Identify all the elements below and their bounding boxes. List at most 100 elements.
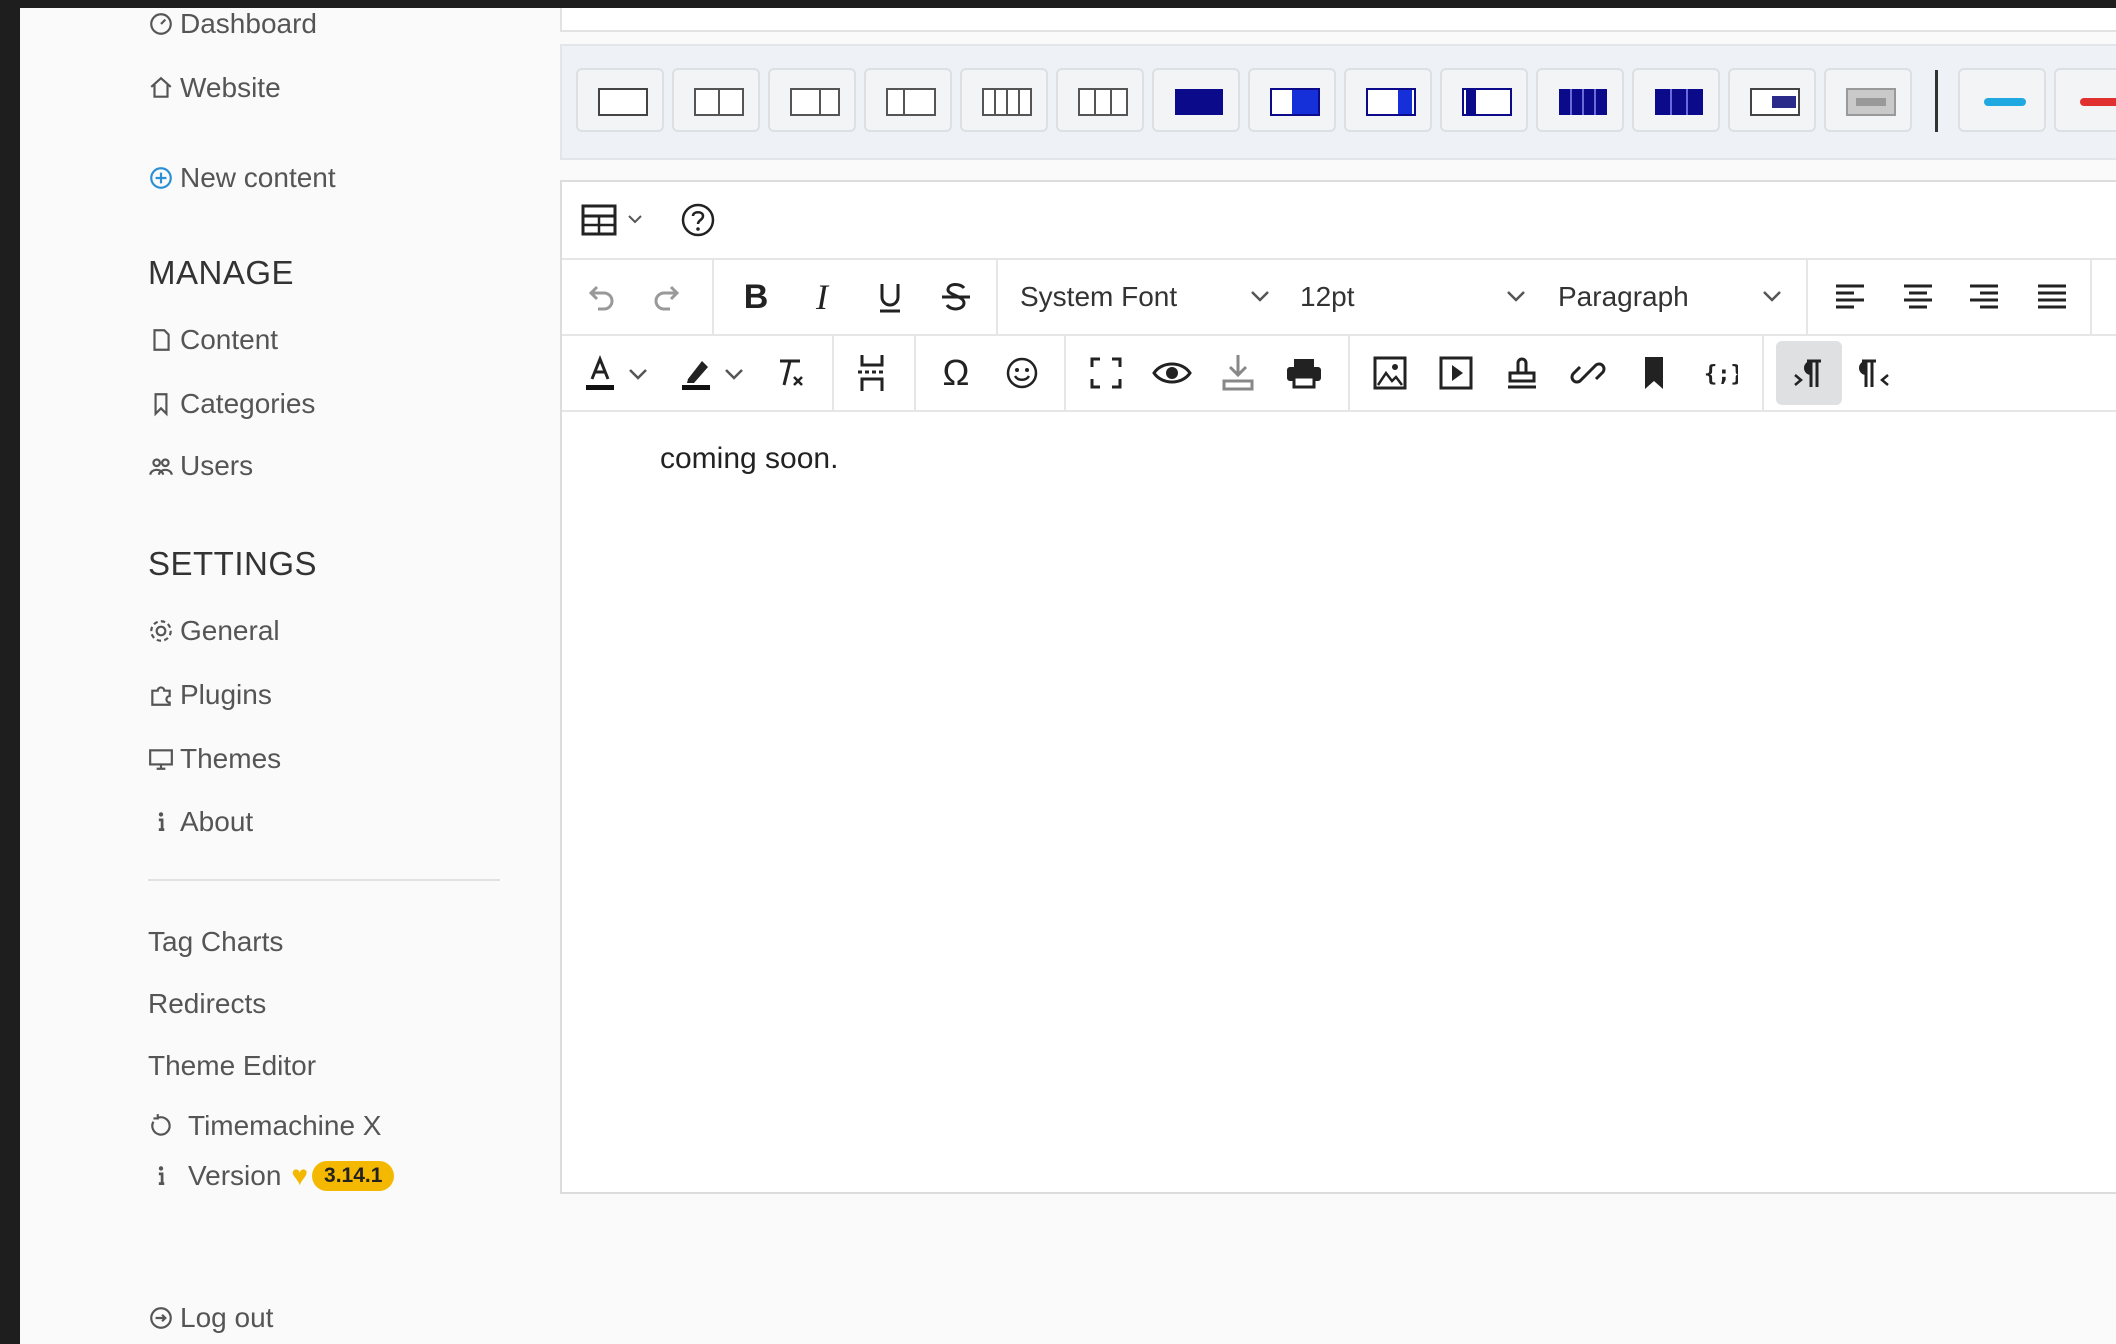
line-blue-button[interactable] (1958, 68, 2046, 132)
font-size-value: 12pt (1300, 281, 1355, 312)
font-size-select[interactable]: 12pt (1300, 260, 1520, 334)
page-break-button[interactable] (850, 351, 894, 395)
sidebar-item-about[interactable]: About (148, 806, 253, 838)
sidebar-item-timemachine[interactable]: Timemachine X (148, 1110, 381, 1142)
save-button[interactable] (1216, 351, 1260, 395)
rtl-button[interactable] (1852, 351, 1896, 395)
chevron-down-icon[interactable] (722, 364, 746, 384)
bold-button[interactable]: B (734, 275, 778, 319)
strikethrough-button[interactable] (934, 275, 978, 319)
editor-content[interactable]: coming soon. (660, 442, 838, 476)
sidebar-item-label: Redirects (148, 988, 267, 1019)
sidebar-item-label: Categories (180, 388, 316, 419)
code-sample-button[interactable]: {;} (1698, 351, 1742, 395)
printer-icon (1287, 359, 1321, 389)
toolbar-separator (2090, 260, 2092, 334)
sidebar-item-themes[interactable]: Themes (148, 743, 281, 775)
italic-button[interactable]: I (800, 275, 844, 319)
clear-formatting-icon (780, 359, 803, 386)
sidebar-item-users[interactable]: Users (148, 450, 253, 482)
layout-2-col-button[interactable] (672, 68, 760, 132)
chevron-down-icon[interactable] (626, 364, 650, 384)
chevron-down-icon (1251, 291, 1269, 302)
sidebar-item-theme-editor[interactable]: Theme Editor (148, 1050, 316, 1082)
monitor-icon (148, 746, 174, 772)
fullscreen-button[interactable] (1084, 351, 1128, 395)
block-right-narrow-button[interactable] (1344, 68, 1432, 132)
sidebar-item-label: Themes (180, 743, 282, 774)
insert-media-button[interactable] (1434, 351, 1478, 395)
toolbar-separator (1348, 336, 1350, 410)
sidebar-item-label: Log out (180, 1302, 274, 1333)
align-justify-button[interactable] (2030, 275, 2074, 319)
anchor-button[interactable] (1632, 351, 1676, 395)
sidebar-item-logout[interactable]: Log out (148, 1302, 273, 1334)
sidebar-item-dashboard[interactable]: Dashboard (148, 8, 317, 40)
align-right-button[interactable] (1962, 275, 2006, 319)
sidebar-item-version[interactable]: Version ♥ 3.14.1 (148, 1160, 395, 1192)
insert-link-button[interactable] (1566, 351, 1610, 395)
block-3-dark-button[interactable] (1632, 68, 1720, 132)
font-family-select[interactable]: System Font (1020, 260, 1260, 334)
layout-1-col-button[interactable] (576, 68, 664, 132)
layout-4-col-button[interactable] (960, 68, 1048, 132)
sidebar-item-label: Website (180, 72, 281, 103)
sidebar-item-new-content[interactable]: New content (148, 162, 336, 194)
block-center-button[interactable] (1728, 68, 1816, 132)
sidebar-item-content[interactable]: Content (148, 324, 278, 356)
line-red-button[interactable] (2054, 68, 2116, 132)
editor-toolbar-row-2: Ω {;} (562, 336, 2116, 412)
fullscreen-icon (1090, 357, 1122, 389)
insert-image-button[interactable] (1368, 351, 1412, 395)
block-grey-button[interactable] (1824, 68, 1912, 132)
block-dark-button[interactable] (1152, 68, 1240, 132)
table-menu-button[interactable] (578, 198, 650, 242)
help-button[interactable] (676, 198, 720, 242)
ltr-button[interactable] (1776, 341, 1842, 405)
sidebar-item-label: Version (188, 1160, 282, 1191)
layout-2-col-left-button[interactable] (864, 68, 952, 132)
sidebar-item-website[interactable]: Website (148, 72, 281, 104)
block-format-select[interactable]: Paragraph (1558, 260, 1778, 334)
print-button[interactable] (1282, 351, 1326, 395)
sidebar-item-categories[interactable]: Categories (148, 388, 315, 420)
bookmark-icon (148, 391, 174, 417)
insert-template-button[interactable] (1500, 351, 1544, 395)
undo-button[interactable] (578, 275, 622, 319)
clear-formatting-button[interactable] (768, 351, 812, 395)
text-color-button[interactable] (578, 351, 622, 395)
sidebar-item-label: About (180, 806, 254, 837)
info-icon (148, 809, 174, 835)
eye-icon (1152, 362, 1192, 384)
highlight-color-button[interactable] (674, 351, 718, 395)
sidebar-item-plugins[interactable]: Plugins (148, 679, 272, 711)
underline-button[interactable] (868, 275, 912, 319)
align-left-icon (1836, 284, 1864, 309)
preview-button[interactable] (1150, 351, 1194, 395)
sidebar-item-redirects[interactable]: Redirects (148, 988, 266, 1020)
emoji-button[interactable] (1000, 351, 1044, 395)
sidebar-item-general[interactable]: General (148, 615, 280, 647)
special-character-button[interactable]: Ω (934, 351, 978, 395)
font-family-value: System Font (1020, 281, 1178, 312)
block-right-dark-button[interactable] (1248, 68, 1336, 132)
layout-3-col-button[interactable] (1056, 68, 1144, 132)
align-left-button[interactable] (1828, 275, 1872, 319)
help-icon (681, 203, 715, 237)
undo-icon (588, 285, 614, 311)
toolbar-separator (712, 260, 714, 334)
outdent-button[interactable] (2110, 275, 2116, 319)
svg-text:{;}: {;} (1704, 362, 1738, 387)
sidebar-item-label: Timemachine X (188, 1110, 382, 1141)
redo-icon (654, 285, 680, 311)
block-left-narrow-button[interactable] (1440, 68, 1528, 132)
align-center-button[interactable] (1896, 275, 1940, 319)
layout-2-col-right-button[interactable] (768, 68, 856, 132)
sidebar-item-tag-charts[interactable]: Tag Charts (148, 926, 283, 958)
toolbar-separator (996, 260, 998, 334)
block-4-dark-button[interactable] (1536, 68, 1624, 132)
title-field[interactable] (560, 8, 2116, 32)
gear-icon (148, 618, 174, 644)
redo-button[interactable] (646, 275, 690, 319)
heart-icon: ♥ (291, 1160, 309, 1191)
